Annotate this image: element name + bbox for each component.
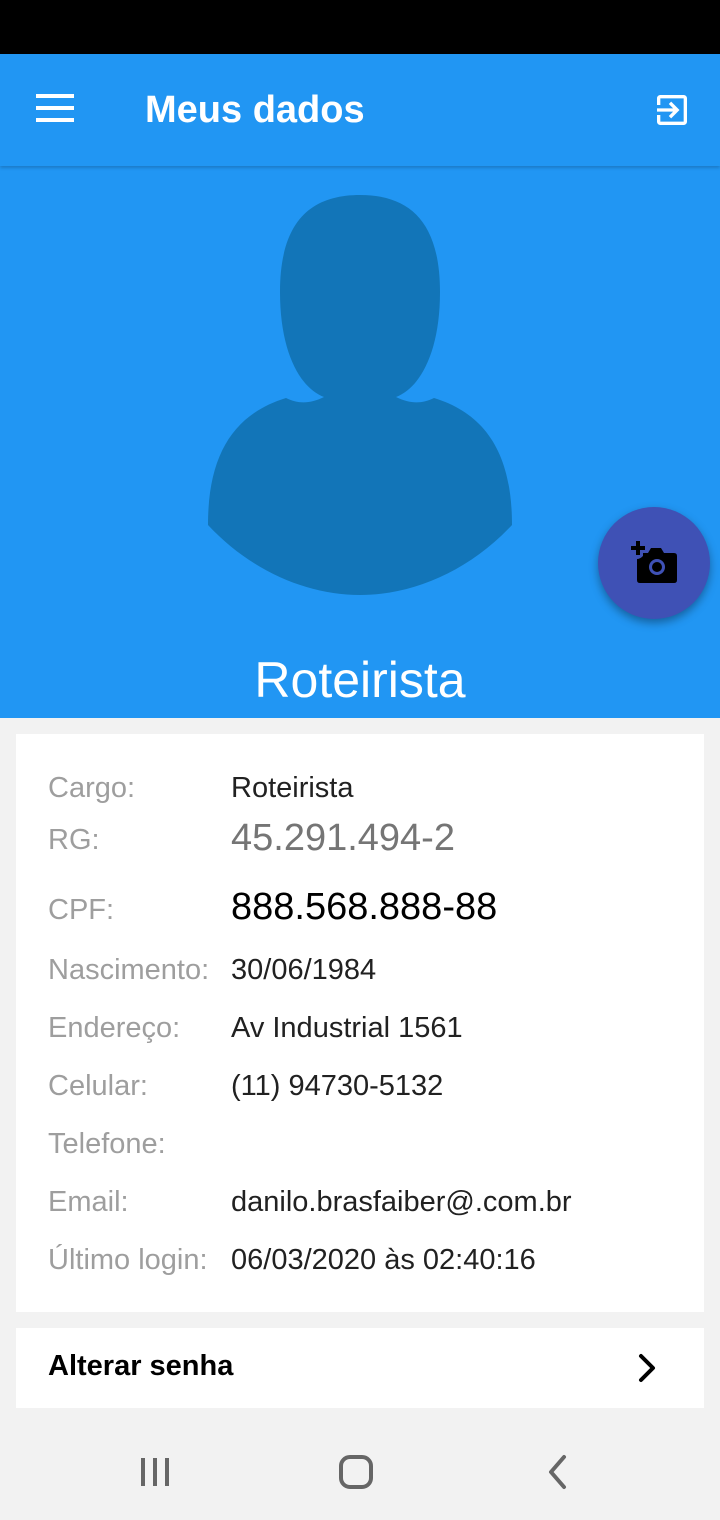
user-info-card: Cargo: Roteirista RG: 45.291.494-2 CPF: … (16, 734, 704, 1312)
profile-name: Roteirista (254, 652, 466, 708)
endereco-value: Av Industrial 1561 (231, 1012, 463, 1044)
cpf-label: CPF: (48, 894, 115, 926)
person-silhouette-icon (208, 195, 512, 595)
exit-to-app-icon (657, 95, 687, 125)
back-button[interactable] (530, 1448, 586, 1496)
home-icon (339, 1455, 373, 1489)
home-button[interactable] (328, 1448, 384, 1496)
change-password-label: Alterar senha (48, 1350, 234, 1382)
hamburger-menu-icon (36, 94, 74, 122)
celular-label: Celular: (48, 1070, 148, 1102)
profile-header: Roteirista (0, 166, 720, 718)
nascimento-value: 30/06/1984 (231, 954, 377, 986)
change-photo-button[interactable] (598, 507, 710, 619)
celular-value: (11) 94730-5132 (231, 1070, 444, 1102)
email-label: Email: (48, 1186, 129, 1218)
ultimo-login-label: Último login: (48, 1244, 208, 1276)
cargo-label: Cargo: (48, 772, 136, 804)
recent-apps-icon (141, 1458, 169, 1486)
rg-label: RG: (48, 824, 100, 856)
email-value: danilo.brasfaiber@.com.br (231, 1186, 572, 1218)
telefone-label: Telefone: (48, 1128, 166, 1160)
chevron-right-icon (639, 1354, 655, 1382)
cpf-value: 888.568.888-88 (231, 886, 498, 928)
app-bar: Meus dados (0, 54, 720, 166)
logout-button[interactable] (644, 82, 700, 138)
cargo-value: Roteirista (231, 772, 354, 804)
status-bar (0, 0, 720, 54)
back-icon (549, 1455, 566, 1489)
nascimento-label: Nascimento: (48, 954, 210, 986)
menu-button[interactable] (28, 80, 84, 136)
change-password-row[interactable]: Alterar senha (16, 1328, 704, 1408)
add-a-photo-icon (631, 541, 677, 583)
system-navigation-bar (0, 1424, 720, 1520)
recent-apps-button[interactable] (127, 1448, 183, 1496)
ultimo-login-value: 06/03/2020 às 02:40:16 (231, 1244, 536, 1276)
rg-value: 45.291.494-2 (231, 817, 455, 859)
page-title: Meus dados (145, 89, 365, 131)
endereco-label: Endereço: (48, 1012, 181, 1044)
